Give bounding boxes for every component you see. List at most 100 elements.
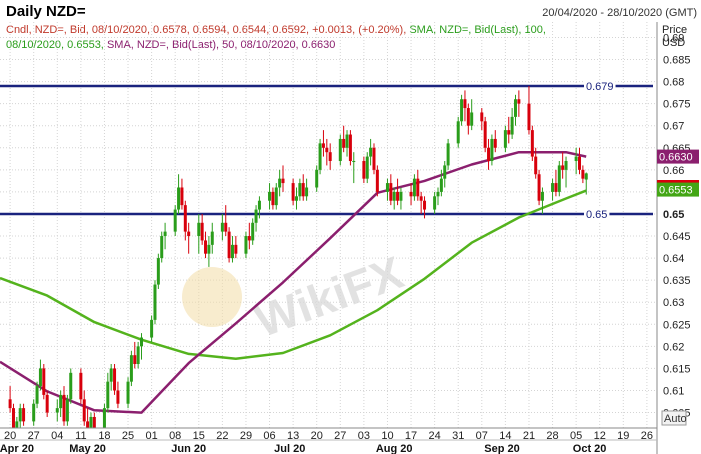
y-tick-label: 0.66 [663, 165, 684, 177]
candle-body [230, 244, 234, 259]
candle-body [180, 187, 184, 206]
x-tick-label: 15 [193, 430, 205, 442]
candle-body [281, 178, 285, 184]
candle-body [207, 244, 211, 254]
x-month-label: Oct 20 [573, 443, 607, 454]
candle-body [173, 209, 177, 232]
price-chart[interactable]: Daily NZD= 20/04/2020 - 28/10/2020 (GMT)… [0, 0, 701, 454]
candle-body [507, 130, 511, 135]
x-tick-label: 31 [452, 430, 464, 442]
legend-sma50-info: SMA, NZD=, Bid(Last), 50, 08/10/2020, 0.… [107, 39, 335, 51]
y-tick-label: 0.635 [663, 275, 691, 287]
x-tick-label: 28 [546, 430, 558, 442]
candle-body [247, 236, 251, 241]
badge-level-650: 0.65 [658, 206, 698, 221]
candle-body [423, 200, 427, 210]
watermark-logo [182, 267, 242, 327]
x-tick-label: 04 [51, 430, 63, 442]
candle-body [22, 408, 26, 422]
candle [365, 152, 369, 184]
candle-body [45, 394, 49, 413]
auto-button-label[interactable]: Auto [664, 413, 687, 425]
candle-body [463, 99, 467, 109]
candle [483, 116, 487, 153]
candle [113, 364, 117, 395]
candle-body [298, 183, 302, 197]
y-tick-label: 0.64 [663, 253, 684, 265]
candle-body [274, 187, 278, 206]
candle-body [513, 99, 517, 117]
candle-body [55, 408, 59, 413]
x-tick-label: 26 [641, 430, 653, 442]
candle-body [389, 183, 393, 201]
candle-body [150, 319, 154, 338]
candle-body [466, 108, 470, 126]
candle-body [480, 112, 484, 122]
candle-body [412, 178, 416, 197]
x-tick-label: 18 [98, 430, 110, 442]
candle-body [365, 156, 369, 179]
candle-body [163, 231, 167, 237]
candle [65, 394, 69, 426]
candle-body [82, 399, 86, 422]
candle [530, 125, 534, 162]
candle-body [244, 236, 248, 254]
x-tick-label: 20 [4, 430, 16, 442]
candle-body [197, 222, 201, 237]
candle-body [385, 183, 389, 192]
candle [160, 231, 164, 263]
candle-body [433, 196, 437, 210]
x-tick-label: 22 [216, 430, 228, 442]
candle-body [59, 394, 63, 409]
candle-body [294, 196, 298, 201]
chart-background [0, 0, 701, 454]
candle [129, 350, 133, 387]
candle-body [328, 152, 332, 162]
candle-body [338, 138, 342, 162]
candle-body [129, 355, 133, 382]
candle [79, 368, 83, 404]
badge-level-650-label: 0.65 [663, 209, 684, 221]
date-range: 20/04/2020 - 28/10/2020 (GMT) [542, 7, 697, 19]
x-tick-label: 06 [263, 430, 275, 442]
candle [69, 368, 73, 404]
x-tick-label: 13 [287, 430, 299, 442]
badge-sma100: 0.6553 [657, 182, 699, 197]
y-tick-label: 0.67 [663, 121, 684, 133]
candle-body [369, 147, 373, 157]
candle-body [140, 337, 144, 347]
candle [537, 169, 541, 206]
candle-body [42, 368, 46, 395]
candle-body [348, 134, 352, 162]
candle-body [227, 231, 231, 259]
candle-body [530, 130, 534, 157]
badge-sma50: 0.6630 [657, 149, 699, 164]
x-tick-label: 11 [75, 430, 86, 442]
candle-body [109, 368, 113, 382]
x-tick-label: 29 [240, 430, 252, 442]
x-tick-label: 25 [122, 430, 134, 442]
auto-scale-button[interactable]: Auto [661, 410, 687, 426]
candle-body [342, 138, 346, 148]
legend-line-2: 08/10/2020, 0.6553, SMA, NZD=, Bid(Last)… [6, 39, 335, 51]
candle-body [510, 116, 514, 135]
candle-body [251, 222, 255, 241]
candle-body [399, 191, 403, 201]
y-tick-label: 0.68 [663, 77, 684, 89]
candle-body [503, 130, 507, 148]
candle [42, 364, 46, 400]
hline-label-0.679: 0.679 [586, 81, 614, 93]
candle [557, 161, 561, 197]
chart-title: Daily NZD= [6, 3, 86, 20]
candle [173, 205, 177, 237]
legend-sma100-value: 08/10/2020, 0.6553, [6, 39, 104, 51]
candle-body [490, 138, 494, 162]
candle-body [483, 121, 487, 148]
candle-body [268, 191, 272, 201]
candle-body [18, 408, 22, 422]
candle [227, 227, 231, 263]
candle-body [220, 222, 224, 232]
y-tick-label: 0.625 [663, 319, 691, 331]
candle-body [126, 381, 130, 404]
candle-body [133, 355, 137, 365]
